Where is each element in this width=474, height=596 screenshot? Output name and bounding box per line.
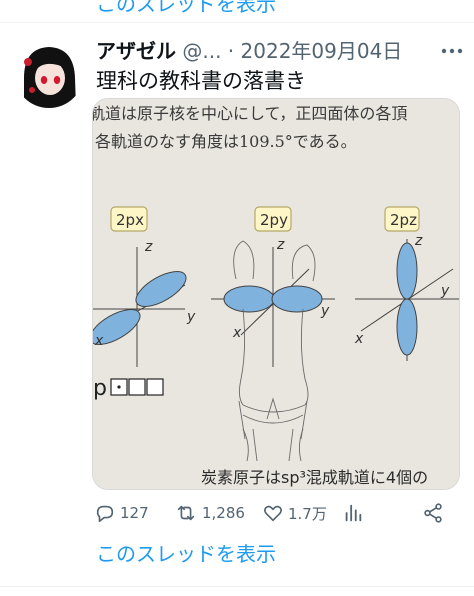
photo-text-line2: 各軌道のなす角度は109.5°である。 — [95, 132, 357, 151]
reply-count: 127 — [120, 504, 149, 522]
retweet-button[interactable]: 1,286 — [174, 500, 245, 526]
svg-text:2px: 2px — [116, 211, 144, 229]
like-button[interactable]: 1.7万 — [262, 500, 327, 526]
pz-axis-z: z — [414, 233, 423, 249]
top-divider — [0, 22, 474, 23]
tweet-text: 理科の教科書の落書き — [96, 69, 306, 93]
px-axis-z: z — [144, 239, 153, 255]
tweet-header: アザゼル @... · 2022年09月04日 — [96, 36, 466, 66]
like-count: 1.7万 — [288, 504, 327, 523]
like-icon — [264, 505, 282, 522]
share-icon — [424, 503, 442, 523]
p-label: p — [93, 376, 107, 401]
electron-boxes — [110, 378, 164, 396]
analytics-icon — [345, 504, 362, 522]
tweet-actions: 127 1,286 1.7万 — [92, 500, 452, 526]
bottom-divider — [0, 586, 474, 587]
label-2pz: 2pz — [384, 206, 420, 232]
py-axis-x: x — [232, 325, 242, 341]
photo-text-line1: 軌道は原子核を中心にして，正四面体の各頂 — [93, 104, 407, 123]
dot-separator: · — [227, 39, 235, 63]
retweet-count: 1,286 — [202, 504, 245, 522]
show-thread-link[interactable]: このスレッドを表示 — [96, 539, 276, 569]
reply-icon — [96, 505, 114, 523]
px-axis-x: x — [94, 333, 104, 349]
svg-text:2pz: 2pz — [390, 211, 417, 229]
svg-text:2py: 2py — [260, 211, 288, 229]
pz-axis-x: x — [354, 331, 364, 347]
py-axis-y: y — [320, 303, 330, 319]
photo-bottom-text: 炭素原子はsp³混成軌道に4個の — [201, 468, 428, 487]
py-axis-z: z — [276, 237, 285, 253]
pz-axis-y: y — [440, 283, 450, 299]
label-2px: 2px — [110, 206, 148, 232]
tweet-date[interactable]: 2022年09月04日 — [241, 39, 403, 63]
retweet-icon — [177, 505, 195, 521]
author-handle[interactable]: @... — [182, 39, 221, 63]
analytics-button[interactable] — [342, 500, 364, 526]
more-icon[interactable] — [440, 42, 464, 60]
avatar[interactable] — [14, 38, 84, 108]
tweet-photo[interactable]: 軌道は原子核を中心にして，正四面体の各頂 各軌道のなす角度は109.5°である。… — [92, 98, 460, 490]
top-thread-link[interactable]: このスレッドを表示 — [96, 0, 276, 17]
px-axis-y: y — [186, 309, 196, 325]
reply-button[interactable]: 127 — [94, 500, 149, 526]
share-button[interactable] — [422, 500, 444, 526]
label-2py: 2py — [254, 206, 292, 232]
author-name[interactable]: アザゼル — [96, 39, 176, 63]
